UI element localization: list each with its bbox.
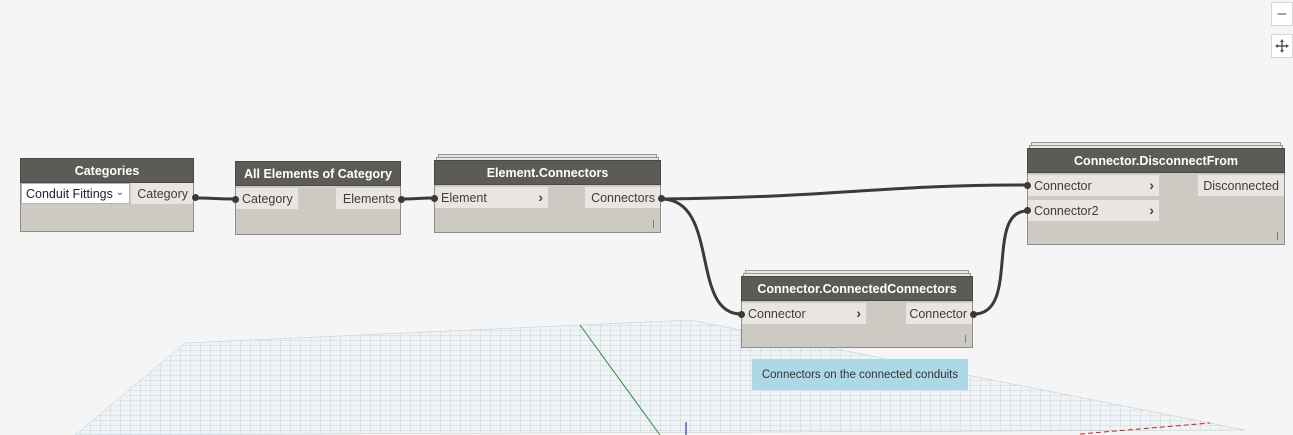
node-connector-connectedconnectors[interactable]: Connector.ConnectedConnectors Connector … — [738, 270, 977, 348]
output-port-dot[interactable] — [658, 195, 665, 202]
port-label: Connectors — [591, 190, 655, 205]
port-label: Disconnected — [1203, 178, 1279, 193]
node-connector-disconnectfrom[interactable]: Connector.DisconnectFrom Connector › Con… — [1024, 142, 1285, 245]
output-port-connector[interactable]: Connector — [906, 303, 972, 324]
chevron-down-icon: ⌄ — [115, 187, 124, 198]
wire-elements-to-element — [401, 196, 434, 201]
wire-category-to-category — [195, 196, 235, 201]
port-label: Element — [441, 190, 487, 205]
node-title: All Elements of Category — [235, 161, 401, 186]
zoom-out-button[interactable]: – — [1271, 2, 1293, 26]
dropdown-value: Conduit Fittings — [26, 186, 113, 201]
input-port-connector2[interactable]: Connector2 › — [1028, 200, 1159, 221]
minus-icon: – — [1277, 5, 1287, 22]
node-body: Category Elements — [235, 186, 401, 235]
port-label: Category — [137, 186, 188, 201]
output-port-elements[interactable]: Elements — [336, 188, 400, 209]
output-port-category[interactable]: Category — [131, 183, 193, 204]
input-port-dot[interactable] — [232, 196, 239, 203]
resize-handle[interactable] — [965, 335, 966, 343]
port-label: Elements — [342, 191, 395, 206]
resize-handle[interactable] — [653, 220, 654, 228]
port-label: Connector — [748, 306, 806, 321]
output-port-dot[interactable] — [398, 196, 405, 203]
wire-connected-to-connector2 — [973, 209, 1028, 316]
graph-canvas[interactable]: Categories Conduit Fittings ⌄ Category A… — [0, 0, 1293, 435]
chevron-right-icon: › — [538, 189, 543, 205]
node-title: Element.Connectors — [434, 160, 661, 185]
node-element-connectors[interactable]: Element.Connectors Element › Connectors — [431, 154, 665, 233]
input-port-connector[interactable]: Connector › — [742, 303, 866, 324]
resize-handle[interactable] — [1277, 232, 1278, 240]
input-port-element[interactable]: Element › — [435, 187, 548, 208]
node-body: Connector › Connector2 › Disconnected — [1027, 173, 1285, 245]
input-port-dot[interactable] — [1024, 207, 1031, 214]
chevron-right-icon: › — [1149, 177, 1154, 193]
pan-button[interactable] — [1271, 34, 1293, 58]
chevron-right-icon: › — [1149, 202, 1154, 218]
output-port-connectors[interactable]: Connectors — [585, 187, 660, 208]
node-all-elements-of-category[interactable]: All Elements of Category Category Elemen… — [232, 161, 405, 235]
output-port-dot[interactable] — [970, 311, 977, 318]
port-label: Category — [242, 191, 293, 206]
port-label: Connector2 — [1034, 203, 1099, 218]
port-label: Connector — [909, 306, 967, 321]
move-icon — [1275, 39, 1289, 53]
port-label: Connector — [1034, 178, 1092, 193]
node-title: Connector.ConnectedConnectors — [741, 276, 973, 301]
input-port-dot[interactable] — [431, 195, 438, 202]
input-port-connector[interactable]: Connector › — [1028, 175, 1159, 196]
node-body: Conduit Fittings ⌄ Category — [20, 183, 194, 232]
node-title: Connector.DisconnectFrom — [1027, 148, 1285, 173]
graph-note[interactable]: Connectors on the connected conduits — [752, 359, 968, 390]
chevron-right-icon: › — [856, 305, 861, 321]
note-text: Connectors on the connected conduits — [761, 368, 959, 381]
wire-connectors-to-connected — [661, 197, 742, 316]
node-body: Connector › Connector — [741, 301, 973, 348]
wire-connectors-to-disconnect — [661, 183, 1028, 201]
output-port-disconnected[interactable]: Disconnected — [1198, 175, 1284, 196]
input-port-dot[interactable] — [1024, 182, 1031, 189]
node-categories[interactable]: Categories Conduit Fittings ⌄ Category — [20, 158, 199, 232]
node-body: Element › Connectors — [434, 185, 661, 233]
category-dropdown[interactable]: Conduit Fittings ⌄ — [21, 183, 130, 204]
input-port-dot[interactable] — [738, 311, 745, 318]
node-title: Categories — [20, 158, 194, 183]
output-port-dot[interactable] — [192, 194, 199, 201]
input-port-category[interactable]: Category — [236, 188, 298, 209]
